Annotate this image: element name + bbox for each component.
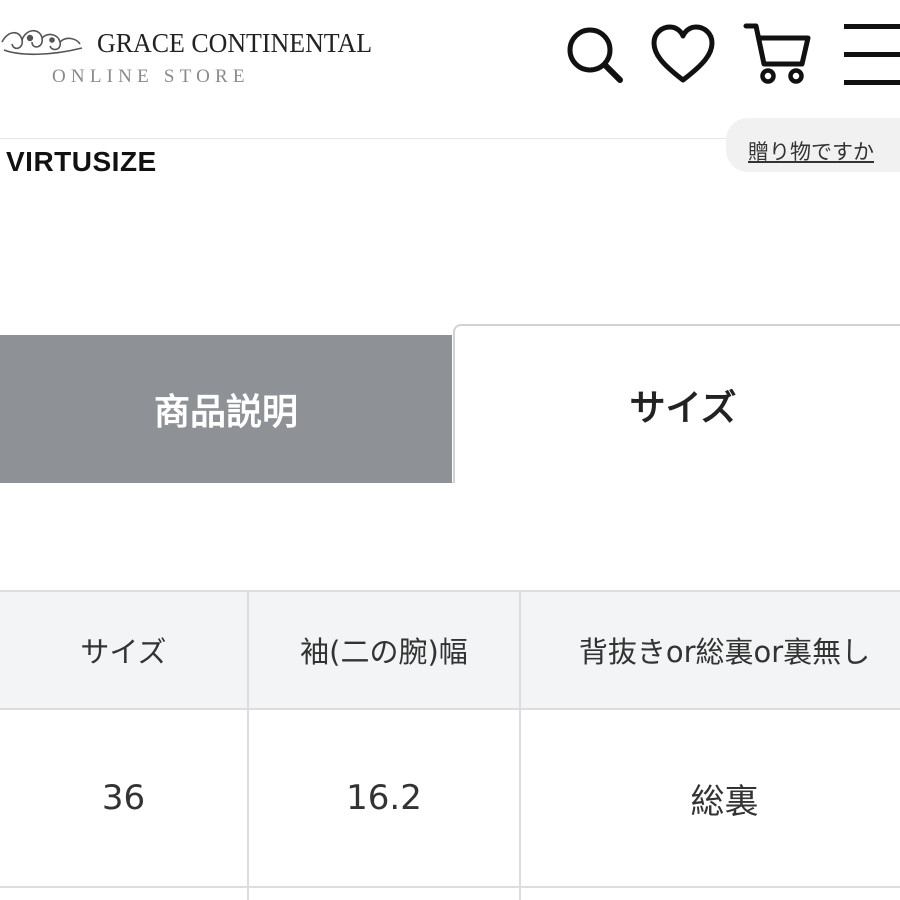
table-row-partial: [0, 888, 900, 900]
virtusize-label[interactable]: VIRTUSIZE: [6, 146, 157, 178]
brand-name: GRACE CONTINENTAL: [97, 28, 373, 58]
table-cell-lining: 総裏: [521, 710, 900, 888]
heart-icon[interactable]: [648, 20, 718, 90]
tab-size[interactable]: サイズ: [453, 324, 900, 483]
product-tabs: 商品説明 サイズ: [0, 324, 900, 484]
product-page: GRACE CONTINENTAL ONLINE STORE VIRTUSIZE…: [0, 0, 900, 900]
table-cell-size: 36: [0, 710, 249, 888]
header-actions: [560, 20, 900, 90]
table-row: 36 16.2 総裏: [0, 710, 900, 888]
table-header-lining: 背抜きor総裏or裏無し: [521, 590, 900, 710]
brand-logo[interactable]: GRACE CONTINENTAL ONLINE STORE: [0, 22, 400, 102]
table-header-sleeve-width: 袖(二の腕)幅: [249, 590, 521, 710]
brand-subtitle: ONLINE STORE: [52, 66, 250, 87]
tab-description[interactable]: 商品説明: [0, 335, 452, 483]
table-cell-empty: [0, 888, 249, 900]
table-header-row: サイズ 袖(二の腕)幅 背抜きor総裏or裏無し: [0, 590, 900, 710]
table-header-size: サイズ: [0, 590, 249, 710]
gift-banner[interactable]: 贈り物ですか: [726, 118, 900, 172]
menu-icon[interactable]: [842, 20, 900, 90]
gift-link[interactable]: 贈り物ですか: [748, 136, 874, 166]
table-cell-empty: [249, 888, 521, 900]
table-cell-sleeve-width: 16.2: [249, 710, 521, 888]
table-cell-empty: [521, 888, 900, 900]
search-icon[interactable]: [560, 20, 630, 90]
cart-icon[interactable]: [742, 20, 812, 90]
size-table: サイズ 袖(二の腕)幅 背抜きor総裏or裏無し 36 16.2 総裏: [0, 590, 900, 900]
ornament-icon: [1, 29, 83, 56]
